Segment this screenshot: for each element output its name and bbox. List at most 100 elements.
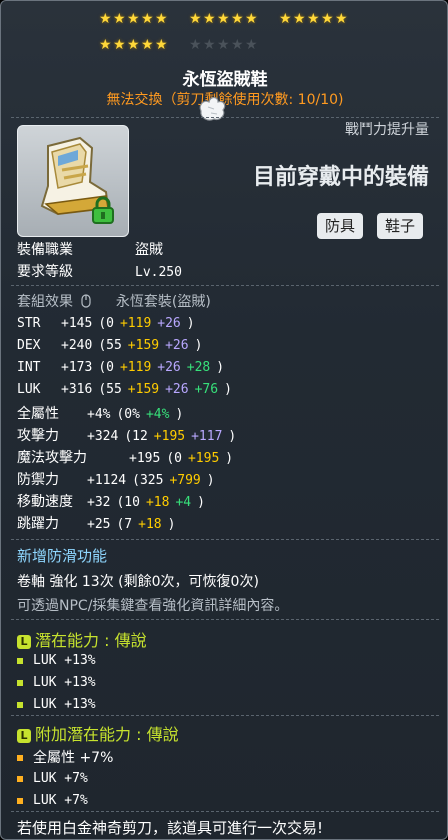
star-filled-icon: ★ xyxy=(245,11,258,27)
stat-end: ) xyxy=(197,495,205,510)
stat-end: ) xyxy=(175,407,184,422)
stat-bonus-potential: +28 xyxy=(186,360,211,375)
stat-base: (0 xyxy=(98,316,114,331)
star-filled-icon: ★ xyxy=(127,11,140,27)
stat-name: 攻擊力 xyxy=(17,428,59,444)
stat-name: 跳躍力 xyxy=(17,516,59,532)
lock-icon xyxy=(92,196,114,224)
level-row: 要求等級 Lv.250 xyxy=(17,261,182,281)
stat-base: (325 xyxy=(132,473,164,488)
scissors-hint: 若使用白金神奇剪刀，該道具可進行一次交易! xyxy=(17,819,324,837)
star-filled-icon: ★ xyxy=(155,37,168,53)
stat-total: +324 xyxy=(87,429,119,444)
stat-bonus-scroll: +195 xyxy=(153,429,186,444)
star-filled-icon: ★ xyxy=(99,11,112,27)
star-empty-icon: ★ xyxy=(245,37,258,53)
combat-power-label: 戰鬥力提升量 xyxy=(345,122,429,138)
stat-row: 攻擊力 +324 (12 +195 +117) xyxy=(17,425,236,445)
stat-bonus-scroll: +119 xyxy=(119,316,152,331)
stat-total: +316 xyxy=(61,382,93,397)
bonus-potential-line: LUK +7% xyxy=(17,793,88,808)
anti-slip-feature: 新增防滑功能 xyxy=(17,547,108,565)
bonus-potential-line: LUK +7% xyxy=(17,771,88,786)
stat-total: +25 xyxy=(87,517,111,532)
star-filled-icon: ★ xyxy=(203,11,216,27)
divider xyxy=(11,619,439,620)
star-empty-icon: ★ xyxy=(231,37,244,53)
level-value: Lv.250 xyxy=(135,265,182,280)
star-force-row-1: ★ ★ ★ ★ ★ ★ ★ ★ ★ ★ ★ ★ ★ ★ ★ xyxy=(1,11,447,29)
stat-total: +4% xyxy=(87,407,111,422)
set-effect-value: 永恆套裝(盜賊) xyxy=(115,294,211,310)
stat-bonus-scroll: +799 xyxy=(169,473,201,488)
potential-line: LUK +13% xyxy=(17,697,96,712)
stat-name: LUK xyxy=(17,382,41,397)
stat-name: STR xyxy=(17,316,41,331)
stat-row: LUK +316 (55 +159 +26 +76) xyxy=(17,381,232,397)
stat-end: ) xyxy=(228,429,237,444)
potential-line: LUK +13% xyxy=(17,675,96,690)
stat-bonus-potential: +4 xyxy=(175,495,192,510)
set-effect-row[interactable]: 套組效果 永恆套裝(盜賊) xyxy=(17,291,211,311)
item-icon-frame xyxy=(17,125,129,237)
star-filled-icon: ★ xyxy=(217,11,230,27)
star-filled-icon: ★ xyxy=(335,11,348,27)
stat-name: 全屬性 xyxy=(17,406,59,422)
star-filled-icon: ★ xyxy=(99,37,112,53)
potential-header: L 潛在能力 : 傳說 xyxy=(17,627,147,651)
stat-base: (0 xyxy=(166,451,182,466)
stat-total: +32 xyxy=(87,495,111,510)
item-tooltip: ★ ★ ★ ★ ★ ★ ★ ★ ★ ★ ★ ★ ★ ★ ★ ★ ★ ★ ★ ★ ★ ★ ★ ★ ★ 永恆盜賊鞋 無法交換（剪刀… xyxy=(0,0,448,840)
divider xyxy=(11,539,439,540)
divider xyxy=(11,117,439,118)
divider xyxy=(11,715,439,716)
star-filled-icon: ★ xyxy=(141,37,154,53)
potential-title: 潛在能力 : 傳說 xyxy=(35,631,147,650)
star-filled-icon: ★ xyxy=(293,11,306,27)
stat-row: 防禦力 +1124 (325 +799) xyxy=(17,469,215,489)
stat-bonus-scroll: +159 xyxy=(127,338,160,353)
stat-total: +240 xyxy=(61,338,93,353)
stat-bonus-scroll: +18 xyxy=(138,517,162,532)
bonus-potential-header: L 附加潛在能力 : 傳說 xyxy=(17,721,179,745)
stat-row: INT +173 (0 +119 +26 +28) xyxy=(17,359,224,375)
upgrade-hint: 可透過NPC/採集鍵查看強化資訊詳細內容。 xyxy=(17,598,289,614)
stat-base: (55 xyxy=(98,338,122,353)
star-filled-icon: ★ xyxy=(307,11,320,27)
star-filled-icon: ★ xyxy=(279,11,292,27)
star-empty-icon: ★ xyxy=(203,37,216,53)
stat-end: ) xyxy=(194,338,203,353)
star-filled-icon: ★ xyxy=(113,11,126,27)
stat-end: ) xyxy=(206,473,215,488)
job-value: 盜賊 xyxy=(135,242,163,258)
star-filled-icon: ★ xyxy=(127,37,140,53)
potential-line: LUK +13% xyxy=(17,653,96,668)
stat-end: ) xyxy=(167,517,176,532)
bonus-potential-line: 全屬性 +7% xyxy=(17,747,113,767)
stat-base: (0% xyxy=(116,407,140,422)
stat-base: (55 xyxy=(98,382,122,397)
stat-base: (7 xyxy=(116,517,133,532)
divider xyxy=(11,285,439,286)
job-label: 裝備職業 xyxy=(17,242,73,258)
stat-bonus-star: +26 xyxy=(165,338,189,353)
stat-bonus-potential: +76 xyxy=(194,382,219,397)
bullet-icon xyxy=(17,657,23,664)
glove-cursor-icon xyxy=(199,96,226,121)
tag-armor: 防具 xyxy=(317,213,364,239)
stat-bonus-scroll: +195 xyxy=(187,451,220,466)
set-effect-label: 套組效果 xyxy=(17,294,73,310)
stat-base: (0 xyxy=(98,360,114,375)
stat-end: ) xyxy=(225,451,234,466)
star-filled-icon: ★ xyxy=(155,11,168,27)
stat-bonus-scroll: +18 xyxy=(145,495,170,510)
star-force-row-2: ★ ★ ★ ★ ★ ★ ★ ★ ★ ★ xyxy=(1,37,447,55)
item-name: 永恆盜賊鞋 xyxy=(182,70,268,90)
stat-row: 移動速度 +32 (10 +18 +4) xyxy=(17,491,205,511)
stat-total: +145 xyxy=(61,316,93,331)
upgrade-info: 卷軸 強化 13次 (剩餘0次，可恢復0次) xyxy=(17,574,259,590)
bullet-icon xyxy=(17,755,23,761)
star-filled-icon: ★ xyxy=(113,37,126,53)
bullet-icon xyxy=(17,679,23,686)
stat-bonus-star: +26 xyxy=(165,382,189,397)
